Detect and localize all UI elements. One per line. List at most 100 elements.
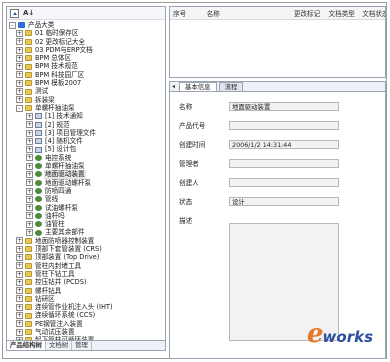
creator-field[interactable] (229, 177, 339, 187)
tree-up-icon[interactable] (10, 8, 19, 18)
expand-icon[interactable]: + (16, 71, 23, 79)
tree-node-label: [1] 技术通知 (45, 112, 83, 121)
field-label-creator: 创建人 (179, 179, 199, 187)
tab-product-structure[interactable]: 产品结构树 (7, 341, 46, 350)
expand-icon[interactable]: + (16, 96, 23, 104)
tree-node[interactable]: +01 临时保存区 (7, 29, 165, 37)
expand-icon[interactable]: + (16, 54, 23, 62)
expand-icon[interactable]: + (26, 121, 33, 129)
tree-node[interactable]: + PE钢管注入装置 (7, 320, 165, 328)
tree-node[interactable]: + BPM 技术规范 (7, 62, 165, 70)
column-header-doc-status[interactable]: 文档状态 (359, 8, 385, 18)
expand-icon[interactable]: + (16, 295, 23, 303)
expand-icon[interactable]: + (16, 287, 23, 295)
tree-node[interactable]: + 地面防喷器控制装置 (7, 237, 165, 245)
tree-node[interactable]: + 地面驱动螺杆泵 (7, 179, 165, 187)
expand-icon[interactable]: + (26, 179, 33, 187)
collapse-icon[interactable]: - (16, 104, 23, 112)
column-header-name[interactable]: 名称 (204, 8, 291, 18)
column-header-change-mark[interactable]: 更改标记 (291, 8, 326, 18)
tree-node[interactable]: + 控压钻井 (PCDS) (7, 278, 165, 286)
expand-icon[interactable]: + (16, 270, 23, 278)
expand-icon[interactable]: + (26, 137, 33, 145)
expand-icon[interactable]: + (16, 262, 23, 270)
doc-icon (35, 138, 42, 145)
gear-icon (35, 171, 42, 178)
tree-node[interactable]: + [5] 设计包 (7, 145, 165, 153)
expand-icon[interactable]: + (16, 320, 23, 328)
product-code-field[interactable] (229, 120, 339, 130)
tab-scroll-icon[interactable]: ◂ (172, 82, 175, 91)
collapse-icon[interactable]: - (9, 21, 16, 29)
folder-icon (25, 71, 32, 78)
folder-icon (25, 63, 32, 70)
expand-icon[interactable]: + (26, 162, 33, 170)
tree-node[interactable]: + 单螺杆抽油泵 (7, 162, 165, 170)
status-field[interactable]: 设计 (229, 196, 339, 206)
expand-icon[interactable]: + (16, 253, 23, 261)
tab-document-tree[interactable]: 文档树 (46, 341, 73, 350)
expand-icon[interactable]: + (26, 129, 33, 137)
tree-node[interactable]: - 产品大类 (7, 21, 165, 29)
tree-node[interactable]: + 连续循环系统 (CCS) (7, 311, 165, 319)
tree-node[interactable]: + 主要其余部件 (7, 228, 165, 236)
column-header-doc-type[interactable]: 文档类型 (326, 8, 360, 18)
expand-icon[interactable]: + (26, 229, 33, 237)
tree-node[interactable]: + 油管柱 (7, 220, 165, 228)
expand-icon[interactable]: + (16, 79, 23, 87)
expand-icon[interactable]: + (16, 278, 23, 286)
tree-node[interactable]: + [2] 规范 (7, 121, 165, 129)
tree-node[interactable]: + 管线 (7, 195, 165, 203)
name-field[interactable]: 地面驱动装置 (229, 101, 339, 111)
tree-node[interactable]: + BPM 科技园厂区 (7, 71, 165, 79)
tree-node[interactable]: + 管柱内封堵工具 (7, 262, 165, 270)
tree-node[interactable]: + 测试 (7, 87, 165, 95)
expand-icon[interactable]: + (16, 38, 23, 46)
tree-node[interactable]: + BPM 总体区 (7, 54, 165, 62)
manager-field[interactable] (229, 158, 339, 168)
tab-basic-info[interactable]: 基本信息 (179, 82, 217, 91)
tree-node[interactable]: + [4] 随机文件 (7, 137, 165, 145)
tree-node[interactable]: + 顶部装置 (Top Drive) (7, 253, 165, 261)
expand-icon[interactable]: + (16, 29, 23, 37)
tree-node[interactable]: + [1] 技术通知 (7, 112, 165, 120)
expand-icon[interactable]: + (16, 237, 23, 245)
tree-node[interactable]: + 钻研区 (7, 295, 165, 303)
expand-icon[interactable]: + (26, 170, 33, 178)
expand-icon[interactable]: + (26, 212, 33, 220)
expand-icon[interactable]: + (26, 154, 33, 162)
expand-icon[interactable]: + (16, 88, 23, 96)
tree-node[interactable]: + BPM 模板2007 (7, 79, 165, 87)
list-header: 序号 名称 更改标记 文档类型 文档状态 (170, 7, 385, 20)
tree-node[interactable]: - 单螺杆抽油泵 (7, 104, 165, 112)
expand-icon[interactable]: + (16, 312, 23, 320)
expand-icon[interactable]: + (26, 187, 33, 195)
tree-node[interactable]: +02 更改标记大全 (7, 38, 165, 46)
tree-node[interactable]: + 油杆吗 (7, 212, 165, 220)
tree-node[interactable]: + 电控系统 (7, 154, 165, 162)
tab-manage[interactable]: 管理 (72, 341, 92, 350)
sort-icon[interactable]: A↓ (23, 9, 34, 18)
tree-node[interactable]: + 拆装梁 (7, 96, 165, 104)
expand-icon[interactable]: + (16, 63, 23, 71)
tree-node[interactable]: + 防喷四通 (7, 187, 165, 195)
expand-icon[interactable]: + (26, 112, 33, 120)
expand-icon[interactable]: + (26, 195, 33, 203)
expand-icon[interactable]: + (16, 245, 23, 253)
tab-workflow[interactable]: 流程 (218, 82, 244, 91)
tree-node[interactable]: + 试油螺杆泵 (7, 204, 165, 212)
tree-node[interactable]: +03 PDM与ERP文档 (7, 46, 165, 54)
expand-icon[interactable]: + (16, 328, 23, 336)
expand-icon[interactable]: + (16, 303, 23, 311)
column-header-number[interactable]: 序号 (170, 8, 204, 18)
tree-node[interactable]: + 管柱下钻工具 (7, 270, 165, 278)
expand-icon[interactable]: + (26, 204, 33, 212)
tree-node[interactable]: + [3] 项目管理文件 (7, 129, 165, 137)
tree-node[interactable]: + 螺杆钻具 (7, 287, 165, 295)
tree-node[interactable]: + 地面驱动装置 (7, 170, 165, 179)
expand-icon[interactable]: + (26, 146, 33, 154)
application-window: A↓ - 产品大类 +01 临时保存区 +02 更改标记大全 +03 PDM与ERP文档… (2, 2, 387, 359)
expand-icon[interactable]: + (26, 220, 33, 228)
expand-icon[interactable]: + (16, 46, 23, 54)
created-time-field[interactable]: 2006/1/2 14:31:44 (229, 139, 339, 149)
